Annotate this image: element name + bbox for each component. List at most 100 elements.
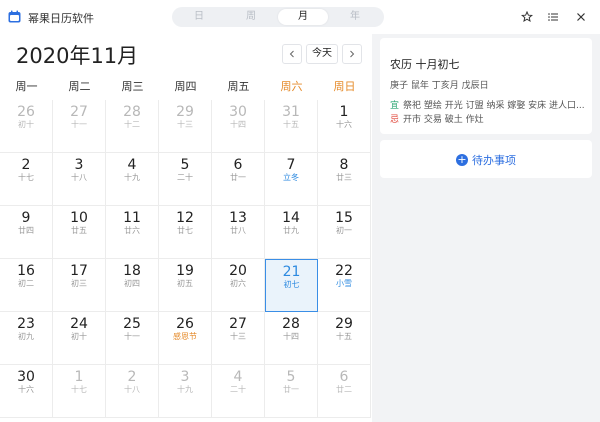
plus-circle-icon: + (456, 153, 468, 166)
day-number: 29 (335, 316, 353, 332)
day-number: 28 (123, 104, 141, 120)
day-cell[interactable]: 27 十一 (53, 100, 106, 153)
day-cell[interactable]: 16 初二 (0, 259, 53, 312)
day-cell[interactable]: 2 十八 (106, 365, 159, 418)
day-number: 11 (123, 210, 141, 226)
title-bar: 幂果日历软件 日 周 月 年 (0, 0, 600, 34)
day-cell[interactable]: 19 初五 (159, 259, 212, 312)
close-button[interactable] (572, 8, 590, 26)
todo-button[interactable]: + 待办事项 (380, 140, 592, 178)
lunar-day: 初七 (283, 280, 300, 289)
day-cell[interactable]: 1 十六 (318, 100, 371, 153)
lunar-day: 十一 (124, 332, 140, 341)
lunar-day: 十五 (336, 332, 352, 341)
day-number: 1 (339, 104, 349, 120)
day-cell[interactable]: 29 十五 (318, 312, 371, 365)
tab-day[interactable]: 日 (174, 9, 224, 25)
day-number: 26 (176, 316, 194, 332)
day-number: 16 (17, 263, 35, 279)
day-cell[interactable]: 20 初六 (212, 259, 265, 312)
tab-year[interactable]: 年 (330, 9, 380, 25)
day-cell[interactable]: 30 十四 (212, 100, 265, 153)
lunar-day: 十二 (124, 120, 140, 129)
ganzhi-text: 庚子 鼠年 丁亥月 戊辰日 (390, 81, 489, 91)
day-cell[interactable]: 8 廿三 (318, 153, 371, 206)
today-button[interactable]: 今天 (306, 44, 338, 64)
lunar-day: 十六 (18, 385, 34, 394)
day-number: 20 (229, 263, 247, 279)
tab-week[interactable]: 周 (226, 9, 276, 25)
day-number: 5 (286, 369, 296, 385)
lunar-day: 初十 (18, 120, 34, 129)
lunar-day: 初六 (230, 279, 246, 288)
day-cell[interactable]: 17 初三 (53, 259, 106, 312)
day-cell[interactable]: 22 小雪 (318, 259, 371, 312)
day-cell[interactable]: 27 十三 (212, 312, 265, 365)
lunar-day: 十六 (336, 120, 352, 129)
day-cell[interactable]: 3 十九 (159, 365, 212, 418)
day-number: 30 (229, 104, 247, 120)
ji-row: 忌开市 交易 破土 作灶 (390, 112, 586, 125)
day-cell[interactable]: 12 廿七 (159, 206, 212, 259)
day-number: 6 (233, 157, 243, 173)
day-number: 7 (286, 157, 296, 173)
lunar-day: 初九 (18, 332, 34, 341)
day-number: 8 (339, 157, 349, 173)
day-number: 28 (282, 316, 300, 332)
day-cell[interactable]: 24 初十 (53, 312, 106, 365)
day-cell[interactable]: 28 十二 (106, 100, 159, 153)
tab-month[interactable]: 月 (278, 9, 328, 25)
day-number: 17 (70, 263, 88, 279)
day-cell[interactable]: 29 十三 (159, 100, 212, 153)
day-cell-selected[interactable]: 21 初七 (265, 259, 318, 312)
day-cell[interactable]: 28 十四 (265, 312, 318, 365)
day-cell[interactable]: 23 初九 (0, 312, 53, 365)
day-cell[interactable]: 4 十九 (106, 153, 159, 206)
day-cell[interactable]: 1 十七 (53, 365, 106, 418)
day-cell[interactable]: 30 十六 (0, 365, 53, 418)
ji-text: 开市 交易 破土 作灶 (403, 115, 484, 125)
day-cell[interactable]: 10 廿五 (53, 206, 106, 259)
month-title: 2020年11月 (16, 44, 139, 68)
day-cell[interactable]: 5 廿一 (265, 365, 318, 418)
day-number: 9 (21, 210, 31, 226)
star-icon (521, 11, 533, 23)
lunar-day: 初十 (71, 332, 87, 341)
day-cell[interactable]: 26 感恩节 (159, 312, 212, 365)
day-cell[interactable]: 13 廿八 (212, 206, 265, 259)
day-cell[interactable]: 6 廿一 (212, 153, 265, 206)
weekday-thu: 周四 (174, 80, 197, 93)
favorite-button[interactable] (518, 8, 536, 26)
day-cell[interactable]: 14 廿九 (265, 206, 318, 259)
day-number: 4 (127, 157, 137, 173)
day-cell[interactable]: 25 十一 (106, 312, 159, 365)
close-icon (577, 13, 585, 21)
day-cell[interactable]: 3 十八 (53, 153, 106, 206)
lunar-day: 十七 (71, 385, 87, 394)
lunar-day: 二十 (177, 173, 193, 182)
day-cell[interactable]: 26 初十 (0, 100, 53, 153)
view-switcher: 日 周 月 年 (172, 7, 384, 27)
day-cell[interactable]: 18 初四 (106, 259, 159, 312)
day-cell[interactable]: 15 初一 (318, 206, 371, 259)
lunar-day: 廿五 (71, 226, 87, 235)
day-cell[interactable]: 5 二十 (159, 153, 212, 206)
lunar-day: 初三 (71, 279, 87, 288)
menu-button[interactable] (544, 8, 562, 26)
day-cell[interactable]: 7 立冬 (265, 153, 318, 206)
day-number: 3 (74, 157, 84, 173)
day-number: 30 (17, 369, 35, 385)
day-cell[interactable]: 9 廿四 (0, 206, 53, 259)
day-cell[interactable]: 2 十七 (0, 153, 53, 206)
prev-month-button[interactable] (282, 44, 302, 64)
next-month-button[interactable] (342, 44, 362, 64)
lunar-day: 十四 (230, 120, 246, 129)
day-number: 3 (180, 369, 190, 385)
day-cell[interactable]: 31 十五 (265, 100, 318, 153)
day-number: 29 (176, 104, 194, 120)
day-cell[interactable]: 11 廿六 (106, 206, 159, 259)
lunar-day: 初一 (336, 226, 352, 235)
day-cell[interactable]: 4 二十 (212, 365, 265, 418)
day-number: 2 (21, 157, 31, 173)
day-cell[interactable]: 6 廿二 (318, 365, 371, 418)
